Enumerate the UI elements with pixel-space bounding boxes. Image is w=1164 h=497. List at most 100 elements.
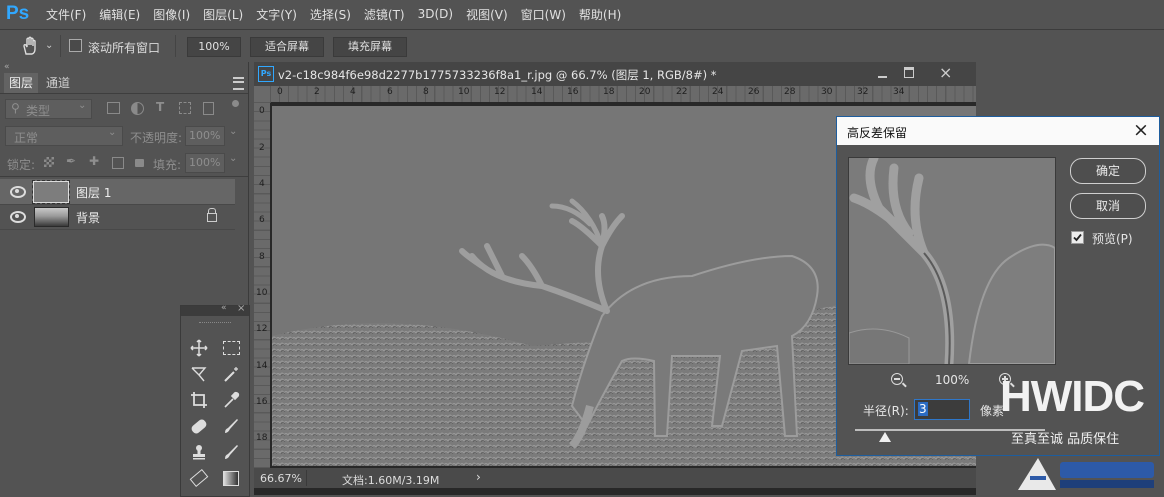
lock-image-brush-icon[interactable]: ✒ — [66, 154, 76, 168]
opacity-value: 100% — [189, 129, 221, 142]
ruler-tick-label: 22 — [676, 87, 688, 97]
chevron-right-icon[interactable]: › — [476, 470, 481, 484]
panel-collapse-icon[interactable]: « — [4, 62, 10, 72]
ruler-tick-label: 12 — [494, 87, 506, 97]
radius-slider-handle[interactable] — [879, 432, 891, 442]
maximize-icon[interactable] — [904, 67, 914, 78]
opacity-input[interactable]: 100% — [185, 126, 225, 146]
close-icon[interactable]: × — [939, 63, 952, 82]
crop-tool-icon[interactable] — [188, 390, 210, 410]
blend-mode-select[interactable]: 正常 ⌄ — [5, 126, 123, 146]
cancel-button[interactable]: 取消 — [1070, 193, 1146, 219]
filter-shape-icon[interactable] — [179, 102, 191, 114]
magic-wand-tool-icon[interactable] — [220, 364, 242, 384]
menu-help[interactable]: 帮助(H) — [579, 6, 621, 23]
chevron-down-icon: ⌄ — [108, 127, 117, 138]
filter-pixel-icon[interactable] — [107, 102, 120, 114]
menu-file[interactable]: 文件(F) — [46, 6, 86, 23]
ruler-tick-label: 28 — [784, 87, 796, 97]
history-brush-tool-icon[interactable] — [220, 442, 242, 462]
lock-transparent-icon[interactable] — [44, 157, 54, 167]
menu-window[interactable]: 窗口(W) — [521, 6, 566, 23]
scroll-all-checkbox[interactable] — [69, 39, 82, 52]
fit-screen-button[interactable]: 适合屏幕 — [250, 37, 324, 57]
ruler-tick-label: 4 — [259, 179, 265, 189]
zoom-100-button[interactable]: 100% — [187, 37, 241, 57]
lock-all-icon[interactable] — [135, 159, 144, 167]
zoom-out-icon[interactable] — [891, 373, 907, 388]
options-bar: ⌄ 滚动所有窗口 100% 适合屏幕 填充屏幕 — [0, 29, 1164, 63]
layer-thumbnail — [32, 180, 70, 204]
lock-icon-shackle — [208, 208, 216, 214]
radius-input[interactable]: 3 — [914, 399, 970, 420]
eraser-tool-icon[interactable] — [188, 468, 210, 488]
ruler-tick-label: 18 — [256, 433, 268, 443]
close-icon[interactable]: × — [237, 303, 245, 314]
chevron-down-icon[interactable]: ⌄ — [229, 126, 237, 137]
lock-artboard-icon[interactable] — [112, 157, 124, 169]
lasso-tool-icon[interactable] — [188, 364, 210, 384]
healing-brush-tool-icon[interactable] — [188, 416, 210, 436]
hand-tool-icon[interactable] — [20, 36, 42, 59]
stamp-tool-icon[interactable] — [188, 442, 210, 462]
lock-label: 锁定: — [7, 158, 36, 172]
collapse-icon[interactable]: « — [221, 303, 227, 313]
filter-adjustment-icon[interactable] — [131, 102, 144, 115]
minimize-icon[interactable] — [878, 76, 887, 78]
ps-document-icon: Ps — [258, 66, 274, 82]
divider — [306, 470, 307, 486]
chevron-down-icon[interactable]: ⌄ — [45, 40, 53, 51]
brush-tool-icon[interactable] — [220, 416, 242, 436]
filter-toggle-icon[interactable] — [232, 100, 239, 107]
ruler-tick-label: 26 — [748, 87, 760, 97]
preview-label[interactable]: 预览(P) — [1092, 230, 1133, 247]
visibility-eye-icon[interactable] — [10, 186, 26, 198]
panel-divider — [0, 176, 248, 177]
ruler-tick-label: 2 — [259, 143, 265, 153]
ruler-tick-label: 34 — [893, 87, 905, 97]
gradient-tool-icon[interactable] — [220, 468, 242, 488]
visibility-eye-icon[interactable] — [10, 211, 26, 223]
menu-view[interactable]: 视图(V) — [466, 6, 508, 23]
menu-type[interactable]: 文字(Y) — [256, 6, 297, 23]
lock-position-move-icon[interactable]: ✚ — [89, 154, 99, 168]
tab-channels[interactable]: 通道 — [46, 73, 70, 93]
panel-menu-icon[interactable] — [233, 77, 244, 90]
ok-button[interactable]: 确定 — [1070, 158, 1146, 184]
menu-image[interactable]: 图像(I) — [153, 6, 190, 23]
filter-kind-select[interactable]: ⚲ 类型 ⌄ — [5, 99, 92, 119]
filter-type-icon[interactable]: T — [156, 100, 164, 114]
horizontal-ruler: 0 2 4 6 8 10 12 14 16 18 20 22 24 26 28 … — [270, 86, 976, 102]
close-icon[interactable]: × — [1133, 119, 1149, 141]
menu-edit[interactable]: 编辑(E) — [99, 6, 140, 23]
chevron-down-icon[interactable]: ⌄ — [229, 153, 237, 164]
watermark-emblem — [1016, 448, 1156, 492]
tab-layers[interactable]: 图层 — [4, 73, 38, 93]
layer-name[interactable]: 背景 — [76, 209, 100, 226]
fill-input[interactable]: 100% — [185, 153, 225, 173]
layer-row-background[interactable]: 背景 — [0, 204, 235, 230]
fill-screen-button[interactable]: 填充屏幕 — [333, 37, 407, 57]
marquee-tool-icon[interactable] — [220, 338, 242, 358]
filter-preview[interactable] — [848, 157, 1056, 365]
menu-select[interactable]: 选择(S) — [310, 6, 351, 23]
tools-panel-header[interactable]: « × — [181, 303, 249, 316]
layer-name[interactable]: 图层 1 — [76, 184, 111, 201]
menu-layer[interactable]: 图层(L) — [203, 6, 243, 23]
menu-filter[interactable]: 滤镜(T) — [364, 6, 405, 23]
document-title: v2-c18c984f6e98d2277b1775733236f8a1_r.jp… — [278, 68, 717, 82]
move-tool-icon[interactable] — [188, 338, 210, 358]
divider — [60, 35, 61, 57]
panel-divider — [0, 93, 248, 94]
ruler-tick-label: 16 — [567, 87, 579, 97]
filter-smart-object-icon[interactable] — [203, 102, 214, 115]
document-info: 文档:1.60M/3.19M — [342, 474, 440, 487]
menu-3d[interactable]: 3D(D) — [418, 7, 453, 21]
layer-row-layer1[interactable]: 图层 1 — [0, 179, 235, 205]
eyedropper-tool-icon[interactable] — [220, 390, 242, 410]
document-tab[interactable]: Ps v2-c18c984f6e98d2277b1775733236f8a1_r… — [254, 62, 976, 87]
preview-checkbox[interactable] — [1071, 231, 1084, 244]
ruler-tick-label: 10 — [256, 288, 268, 298]
dialog-title-bar[interactable]: 高反差保留 × — [837, 117, 1159, 145]
zoom-status[interactable]: 66.67% — [260, 472, 302, 485]
